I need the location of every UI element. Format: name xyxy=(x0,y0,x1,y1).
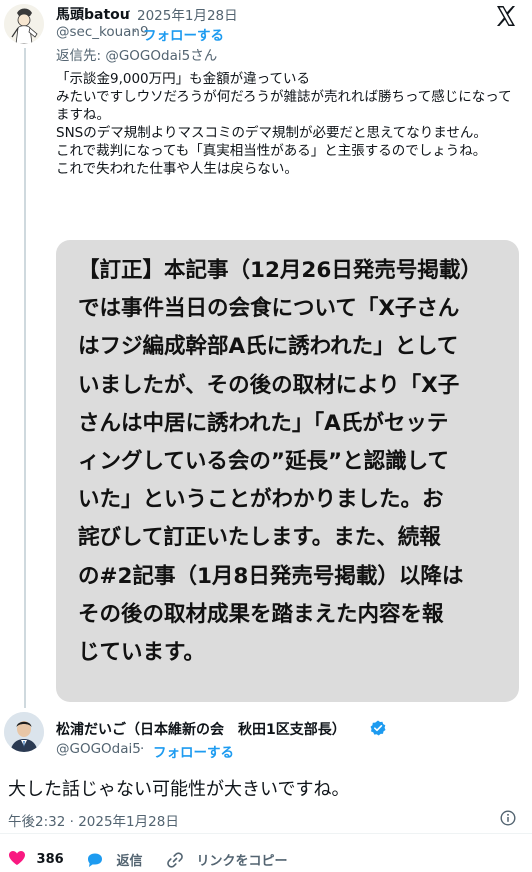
reply-body: 大した話じゃない可能性が大きいですね。 xyxy=(8,779,350,800)
avatar-matsuura-image xyxy=(4,712,44,752)
follow-button[interactable]: フォローする xyxy=(143,24,224,44)
author-handle-2[interactable]: @GOGOdai5 xyxy=(56,741,141,757)
follow-button-2[interactable]: フォローする xyxy=(153,741,234,761)
avatar-batou[interactable] xyxy=(4,4,44,44)
actions-divider xyxy=(0,833,532,834)
copy-link-label: リンクをコピー xyxy=(196,854,288,869)
reply-to-label[interactable]: 返信先: @GOGOdai5さん xyxy=(56,44,217,64)
reply-icon xyxy=(88,853,102,867)
post-timestamp[interactable]: 午後2:32 · 2025年1月28日 xyxy=(8,810,179,830)
like-count: 386 xyxy=(36,852,64,867)
correction-notice-text: 【訂正】本記事（12月26日発売号掲載） では事件当日の会食について「X子さん … xyxy=(78,258,482,666)
like-button[interactable]: 386 xyxy=(8,850,64,867)
avatar-matsuura[interactable] xyxy=(4,712,44,752)
author-name-2[interactable]: 松浦だいご（日本維新の会 秋田1区支部長） xyxy=(56,719,346,739)
x-logo-icon[interactable] xyxy=(494,4,518,28)
reply-label: 返信 xyxy=(116,854,143,869)
copy-link-button[interactable]: リンクをコピー xyxy=(166,850,288,869)
dot-separator-2: · xyxy=(140,741,145,757)
dot-separator: · xyxy=(133,24,138,40)
heart-icon xyxy=(9,851,25,865)
thread-connector-line xyxy=(24,48,26,708)
date-separator: · xyxy=(127,4,132,20)
attached-image[interactable]: 【訂正】本記事（12月26日発売号掲載） では事件当日の会食について「X子さん … xyxy=(56,240,519,702)
tweet-body: 「示談金9,000万円」も金額が違っている みたいですしウソだろうが何だろうが雑… xyxy=(56,71,512,177)
verified-badge-icon xyxy=(370,720,386,736)
tweet-date[interactable]: 2025年1月28日 xyxy=(137,4,238,24)
info-icon[interactable] xyxy=(500,810,516,826)
link-icon xyxy=(167,852,183,868)
avatar-batou-image xyxy=(4,4,44,44)
reply-button[interactable]: 返信 xyxy=(86,850,143,869)
author-name[interactable]: 馬頭batou xyxy=(56,4,130,24)
